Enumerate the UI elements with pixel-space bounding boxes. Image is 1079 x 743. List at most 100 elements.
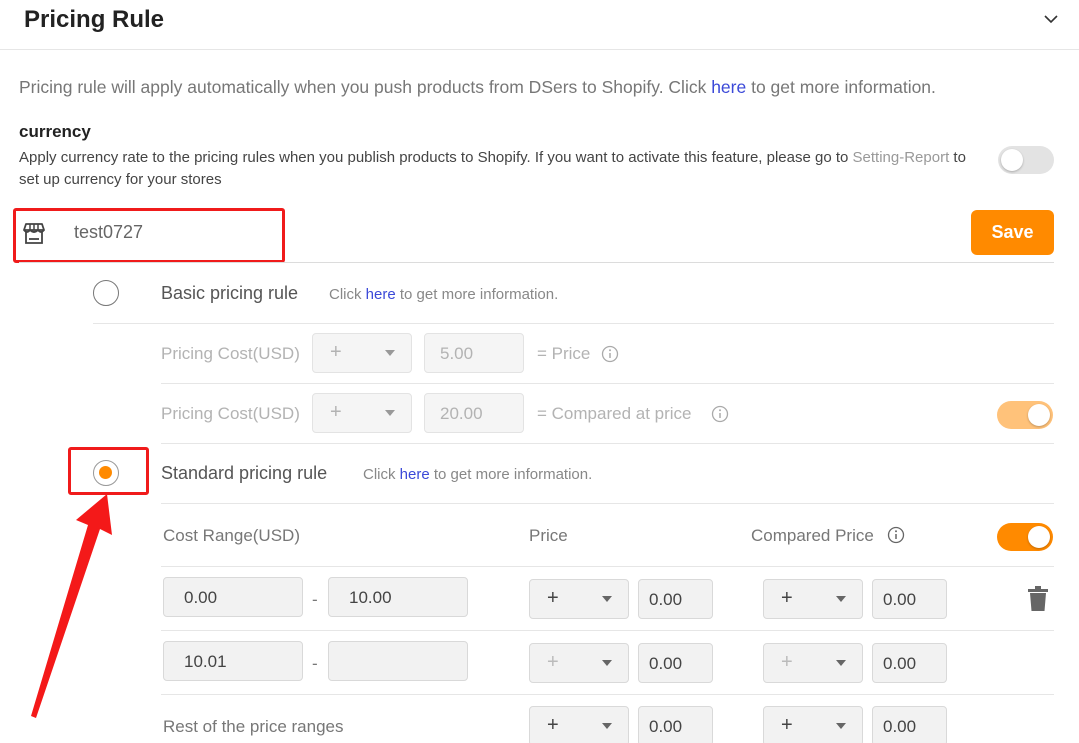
chevron-down-icon[interactable] — [1040, 8, 1062, 30]
caret-down-icon — [385, 410, 395, 416]
operator-value: + — [547, 651, 559, 673]
intro-text-before: Pricing rule will apply automatically wh… — [19, 77, 712, 97]
radio-highlight-box — [68, 447, 149, 495]
intro-text: Pricing rule will apply automatically wh… — [19, 77, 936, 98]
input-value: 0.00 — [649, 717, 683, 736]
compared-price-toggle[interactable] — [997, 523, 1053, 551]
cost-range-header: Cost Range(USD) — [163, 526, 300, 545]
range2-price-operator-select[interactable]: + — [529, 643, 629, 683]
caret-down-icon — [602, 660, 612, 666]
divider — [161, 503, 1054, 504]
toggle-knob — [1001, 149, 1023, 171]
rest-compared-operator-select[interactable]: + — [763, 706, 863, 743]
intro-text-after: to get more information. — [746, 77, 936, 97]
range1-compared-input[interactable]: 0.00 — [872, 579, 947, 619]
input-value: 10.00 — [349, 588, 392, 607]
price-header: Price — [529, 526, 568, 545]
range1-compared-operator-select[interactable]: + — [763, 579, 863, 619]
compared-price-header: Compared Price — [751, 526, 874, 545]
currency-toggle[interactable] — [998, 146, 1054, 174]
caret-down-icon — [602, 596, 612, 602]
basic-row1-operator-select[interactable]: + — [312, 333, 412, 373]
divider — [93, 323, 1054, 324]
annotation-arrow — [31, 494, 112, 718]
divider — [161, 566, 1054, 567]
range-dash: - — [312, 654, 318, 673]
standard-help-before: Click — [363, 466, 400, 483]
rest-price-operator-select[interactable]: + — [529, 706, 629, 743]
currency-desc-before: Apply currency rate to the pricing rules… — [19, 149, 853, 166]
operator-value: + — [781, 587, 793, 609]
operator-value: + — [330, 341, 342, 363]
divider — [161, 383, 1054, 384]
currency-title: currency — [19, 122, 91, 141]
input-value: 0.00 — [883, 654, 917, 673]
range1-price-input[interactable]: 0.00 — [638, 579, 713, 619]
divider — [161, 443, 1054, 444]
input-value: 5.00 — [440, 344, 474, 363]
setting-report-link[interactable]: Setting-Report — [853, 149, 950, 166]
range-dash: - — [312, 590, 318, 609]
range2-compared-input[interactable]: 0.00 — [872, 643, 947, 683]
input-value: 10.01 — [184, 652, 227, 671]
basic-help-after: to get more information. — [395, 286, 559, 303]
basic-rule-radio[interactable] — [93, 280, 119, 306]
range2-price-input[interactable]: 0.00 — [638, 643, 713, 683]
info-icon[interactable] — [711, 405, 729, 423]
divider — [161, 630, 1054, 631]
caret-down-icon — [602, 723, 612, 729]
basic-rule-title: Basic pricing rule — [161, 283, 299, 303]
divider — [161, 694, 1054, 695]
standard-help-after: to get more information. — [429, 466, 593, 483]
input-value: 0.00 — [883, 717, 917, 736]
input-value: 0.00 — [649, 590, 683, 609]
basic-help-before: Click — [329, 286, 366, 303]
range2-compared-operator-select[interactable]: + — [763, 643, 863, 683]
intro-here-link[interactable]: here — [711, 77, 746, 97]
divider — [19, 262, 1054, 263]
range2-from-input[interactable]: 10.01 — [163, 641, 303, 681]
operator-value: + — [547, 714, 559, 736]
basic-row1-result: = Price — [537, 344, 591, 363]
operator-value: + — [781, 714, 793, 736]
compared-at-price-toggle[interactable] — [997, 401, 1053, 429]
toggle-knob — [1028, 404, 1050, 426]
save-button[interactable]: Save — [971, 210, 1054, 255]
basic-row2-result: = Compared at price — [537, 404, 692, 423]
operator-value: + — [547, 587, 559, 609]
standard-rule-here-link[interactable]: here — [400, 466, 430, 483]
caret-down-icon — [385, 350, 395, 356]
input-value: 20.00 — [440, 404, 483, 423]
currency-description: Apply currency rate to the pricing rules… — [19, 147, 969, 191]
toggle-knob — [1028, 526, 1050, 548]
caret-down-icon — [836, 660, 846, 666]
standard-rule-title: Standard pricing rule — [161, 463, 328, 483]
info-icon[interactable] — [601, 345, 619, 363]
basic-row2-label: Pricing Cost(USD) — [161, 404, 300, 423]
rest-compared-input[interactable]: 0.00 — [872, 706, 947, 743]
trash-icon[interactable] — [1027, 586, 1049, 612]
basic-rule-help: Click here to get more information. — [329, 286, 558, 303]
range2-to-input[interactable] — [328, 641, 468, 681]
basic-row1-label: Pricing Cost(USD) — [161, 344, 300, 363]
input-value: 0.00 — [184, 588, 218, 607]
basic-rule-here-link[interactable]: here — [366, 286, 396, 303]
range1-from-input[interactable]: 0.00 — [163, 577, 303, 617]
input-value: 0.00 — [649, 654, 683, 673]
caret-down-icon — [836, 723, 846, 729]
basic-row2-operator-select[interactable]: + — [312, 393, 412, 433]
basic-row2-value-input[interactable]: 20.00 — [424, 393, 524, 433]
store-highlight-box — [13, 208, 285, 263]
operator-value: + — [330, 401, 342, 423]
basic-row1-value-input[interactable]: 5.00 — [424, 333, 524, 373]
page-title: Pricing Rule — [24, 6, 165, 33]
operator-value: + — [781, 651, 793, 673]
standard-rule-help: Click here to get more information. — [363, 466, 592, 483]
rest-price-input[interactable]: 0.00 — [638, 706, 713, 743]
caret-down-icon — [836, 596, 846, 602]
range1-price-operator-select[interactable]: + — [529, 579, 629, 619]
range1-to-input[interactable]: 10.00 — [328, 577, 468, 617]
input-value: 0.00 — [883, 590, 917, 609]
info-icon[interactable] — [887, 526, 905, 544]
rest-ranges-label: Rest of the price ranges — [163, 717, 344, 736]
